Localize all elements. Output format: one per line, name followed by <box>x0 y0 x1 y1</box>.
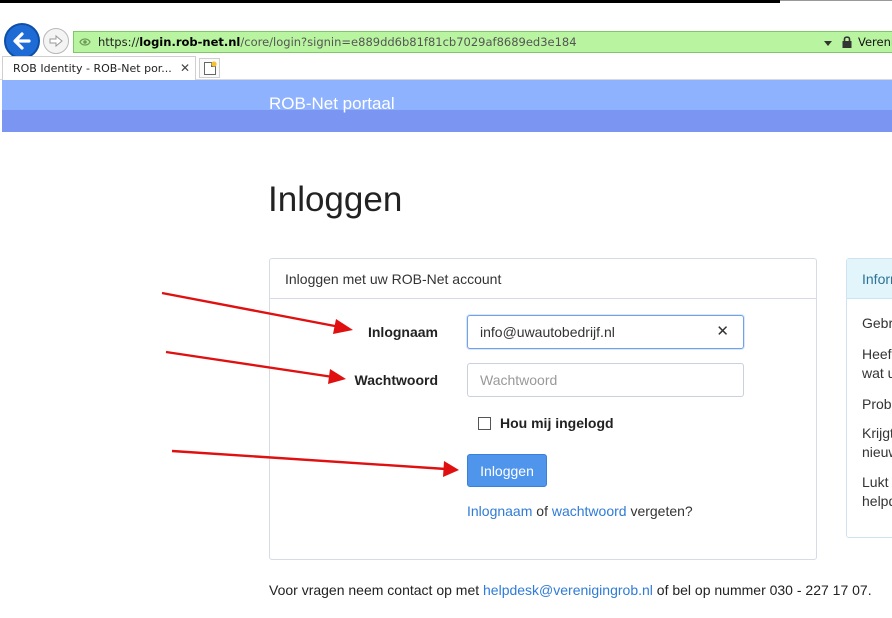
forgot-or-text: of <box>532 503 552 519</box>
site-identity-label[interactable]: Vereni <box>858 35 892 49</box>
username-label: Inlognaam <box>367 324 438 340</box>
info-line: Gebr <box>862 315 892 331</box>
info-line: Lukt <box>862 474 889 490</box>
window-edge-right <box>780 0 892 1</box>
info-card-heading: Inform <box>847 259 892 299</box>
footer-prefix: Voor vragen neem contact op met <box>269 582 484 598</box>
login-button[interactable]: Inloggen <box>467 454 547 487</box>
back-button[interactable] <box>4 23 40 59</box>
info-line: Krijgt <box>862 425 892 441</box>
clear-input-icon[interactable]: ✕ <box>716 324 729 340</box>
remember-me-label: Hou mij ingelogd <box>500 415 614 431</box>
password-input[interactable]: Wachtwoord <box>467 363 744 397</box>
info-line: nieuw <box>862 444 892 460</box>
address-bar[interactable]: https://login.rob-net.nl/core/login?sign… <box>73 31 892 53</box>
info-line: wat u <box>862 365 892 381</box>
site-header: ROB-Net portaal <box>2 80 892 132</box>
page-title: Inloggen <box>268 180 403 219</box>
remember-me-toggle[interactable]: Hou mij ingelogd <box>478 415 614 431</box>
helpdesk-email-link[interactable]: helpdesk@verenigingrob.nl <box>483 582 653 598</box>
info-line: Prob <box>862 396 892 412</box>
page-favicon-icon <box>79 38 91 46</box>
password-label: Wachtwoord <box>354 372 438 388</box>
username-value: info@uwautobedrijf.nl <box>480 324 615 340</box>
tab-rob-identity[interactable]: ROB Identity - ROB-Net por... ✕ <box>2 56 196 80</box>
login-card: Inloggen met uw ROB-Net account Inlognaa… <box>269 258 817 560</box>
forgot-suffix-text: vergeten? <box>626 503 693 519</box>
contact-footer: Voor vragen neem contact op met helpdesk… <box>269 582 872 598</box>
address-url: https://login.rob-net.nl/core/login?sign… <box>98 35 577 49</box>
footer-suffix: of bel op nummer 030 - 227 17 07. <box>652 582 872 598</box>
new-tab-button[interactable] <box>199 58 220 78</box>
window-edge <box>0 0 780 3</box>
forward-button[interactable] <box>43 28 69 54</box>
username-input[interactable]: info@uwautobedrijf.nl ✕ <box>467 315 744 349</box>
site-brand-link[interactable]: ROB-Net portaal <box>269 94 395 114</box>
new-tab-icon <box>203 60 217 75</box>
forgot-username-link[interactable]: Inlognaam <box>467 503 532 519</box>
info-card: Inform Gebr Heef wat u Prob Krijgt nieuw… <box>846 258 892 538</box>
arrow-right-icon <box>49 34 63 48</box>
info-line: Heef <box>862 346 892 362</box>
forgot-password-link[interactable]: wachtwoord <box>552 503 627 519</box>
close-icon[interactable]: ✕ <box>180 62 190 74</box>
lock-icon[interactable] <box>841 35 853 49</box>
tab-title: ROB Identity - ROB-Net por... <box>13 62 172 75</box>
password-placeholder: Wachtwoord <box>480 372 558 388</box>
chevron-down-icon[interactable] <box>822 37 834 49</box>
forgot-credentials: Inlognaam of wachtwoord vergeten? <box>467 503 693 519</box>
login-card-heading: Inloggen met uw ROB-Net account <box>270 259 816 299</box>
remember-me-checkbox[interactable] <box>478 416 491 430</box>
tab-strip: ROB Identity - ROB-Net por... ✕ <box>0 56 892 80</box>
arrow-left-icon <box>13 32 31 50</box>
info-helpdesk-link[interactable]: helpd <box>862 493 892 509</box>
window-top-strip <box>0 0 892 7</box>
